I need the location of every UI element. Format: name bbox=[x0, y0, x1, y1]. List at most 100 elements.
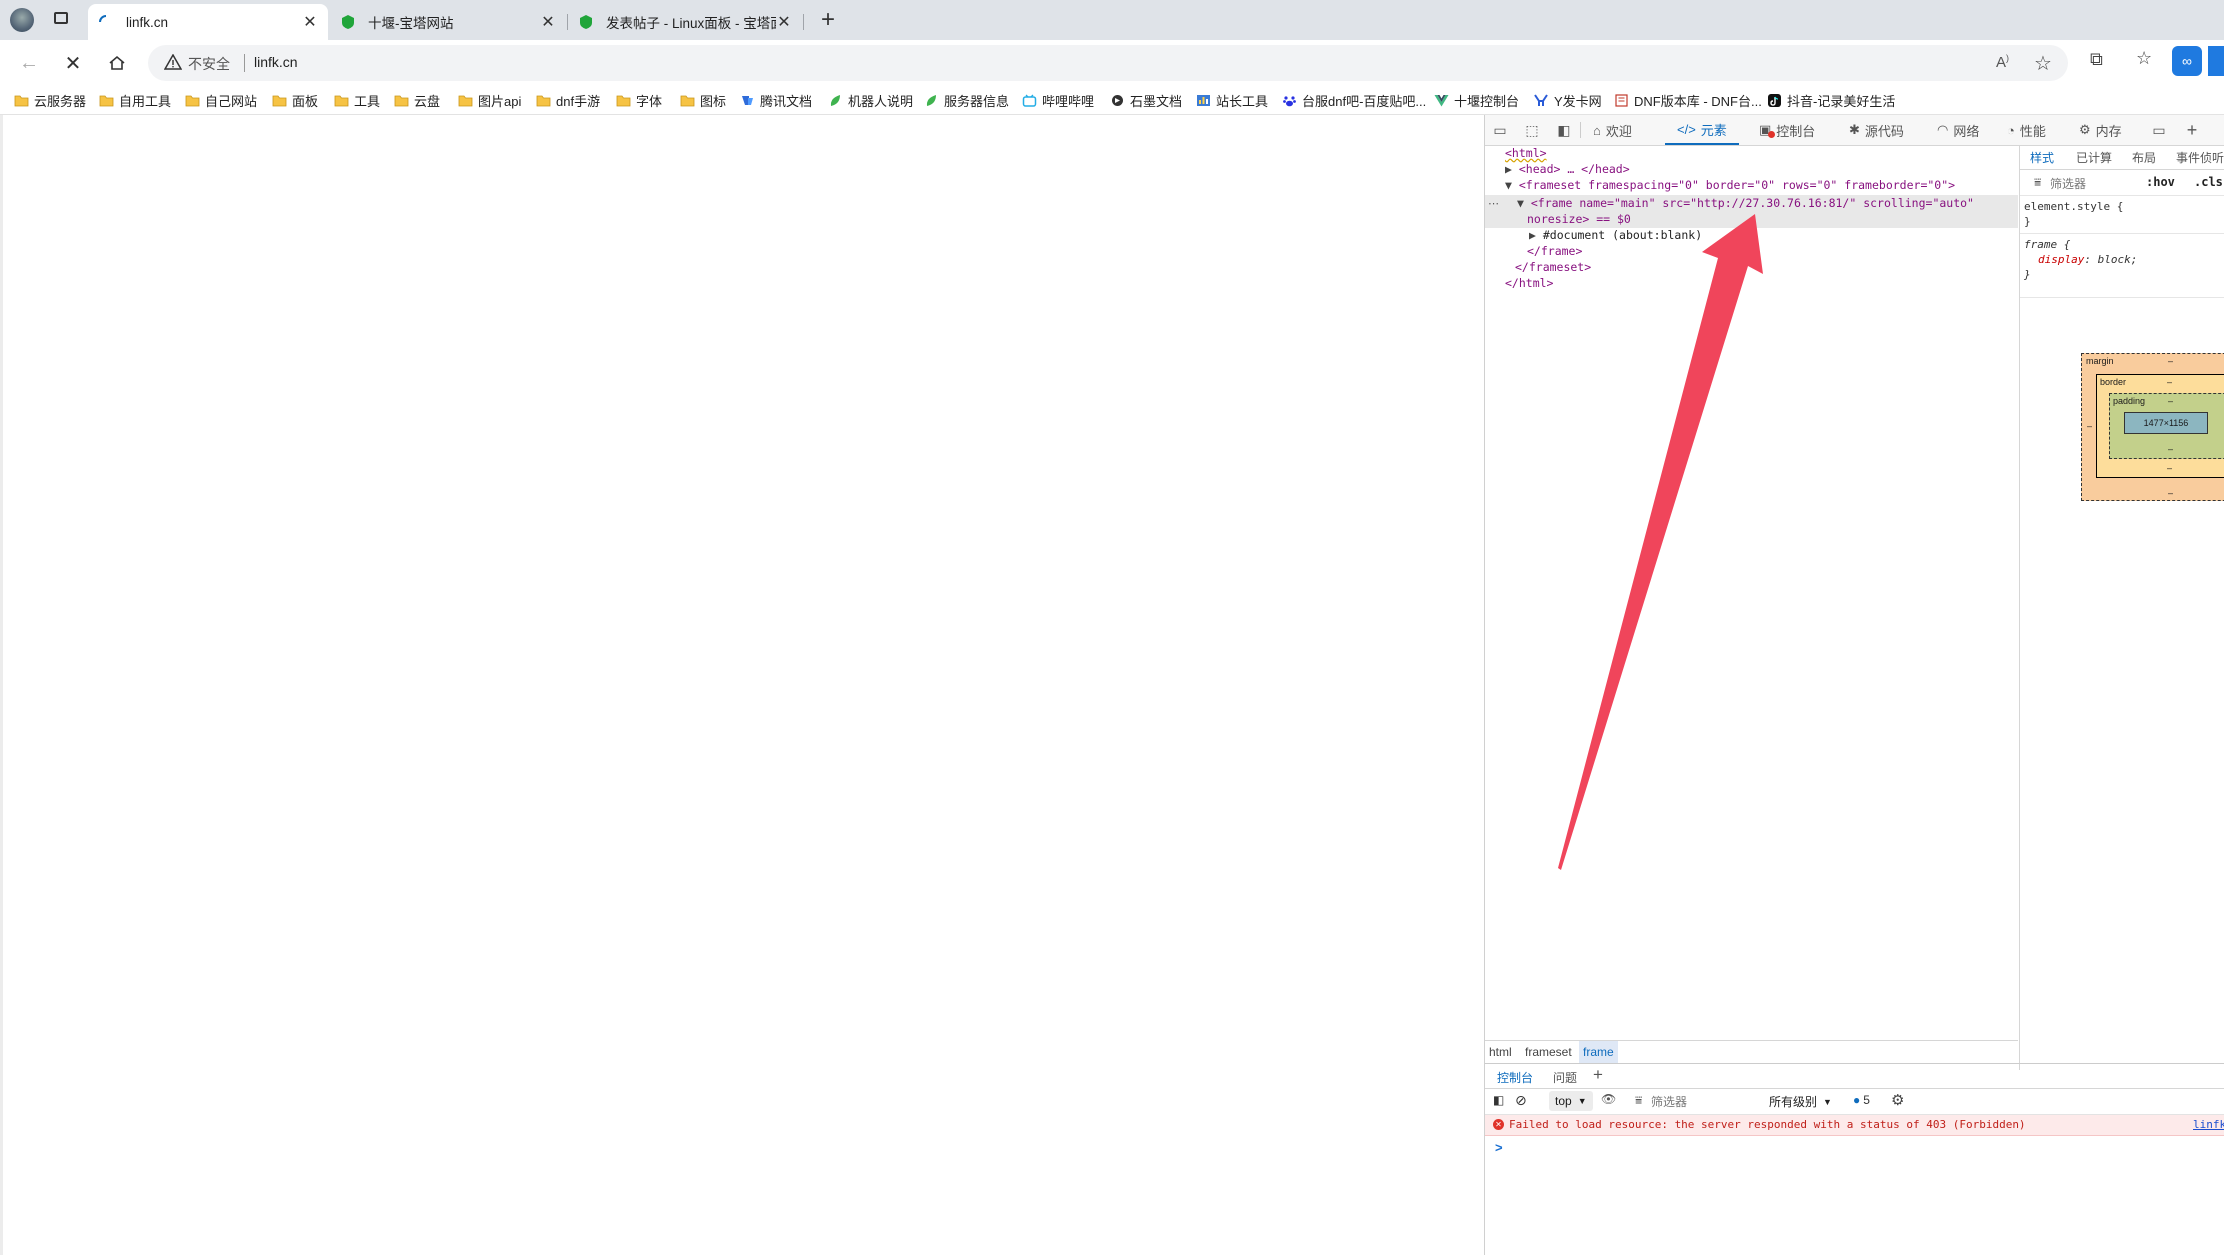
bookmark-item[interactable]: 十堰控制台 bbox=[1434, 90, 1519, 110]
node-html-open[interactable]: <html> bbox=[1505, 145, 1547, 161]
frame-style-rule[interactable]: frame { display: block; } bbox=[2024, 237, 2137, 282]
close-tab-icon[interactable]: ✕ bbox=[302, 12, 318, 32]
favorites-bar-icon[interactable]: ☆ bbox=[2136, 48, 2152, 69]
node-frameset[interactable]: ▼ <frameset framespacing="0" border="0" … bbox=[1505, 177, 1955, 193]
bookmark-item[interactable]: 腾讯文档 bbox=[740, 90, 812, 110]
tab-actions-icon[interactable] bbox=[54, 12, 68, 24]
url-text[interactable]: linfk.cn bbox=[254, 54, 298, 70]
crumb-frameset[interactable]: frameset bbox=[1521, 1041, 1576, 1063]
devtools-tab-welcome[interactable]: ⌂ 欢迎 bbox=[1587, 115, 1638, 145]
node-options-icon[interactable]: ⋯ bbox=[1488, 197, 1499, 210]
bookmark-item[interactable]: 台服dnf吧-百度贴吧... bbox=[1282, 90, 1426, 110]
box-model-content[interactable]: 1477×1156 bbox=[2124, 412, 2208, 434]
read-aloud-icon[interactable]: A) bbox=[1996, 53, 2009, 71]
device-emulation-icon[interactable]: ▭ bbox=[1491, 121, 1509, 139]
bookmark-item[interactable]: 自用工具 bbox=[99, 90, 171, 110]
hov-toggle[interactable]: :hov bbox=[2146, 175, 2175, 189]
bookmark-item[interactable]: 字体 bbox=[616, 90, 662, 110]
devtools-tab-sources[interactable]: ✱ 源代码 bbox=[1843, 115, 1910, 145]
node-frame-close[interactable]: </frame> bbox=[1527, 243, 1582, 259]
bookmark-item[interactable]: 自己网站 bbox=[185, 90, 257, 110]
devtools-tab-console[interactable]: ▣ 控制台 bbox=[1753, 115, 1821, 145]
crumb-html[interactable]: html bbox=[1485, 1041, 1516, 1063]
bookmark-item[interactable]: 站长工具 bbox=[1196, 90, 1268, 110]
sidebar-edge-button[interactable] bbox=[2208, 46, 2224, 76]
address-bar[interactable]: 不安全 linfk.cn A) ☆ bbox=[148, 45, 2068, 81]
subtab-styles[interactable]: 样式 bbox=[2030, 149, 2054, 166]
bookmark-item[interactable]: 抖音-记录美好生活 bbox=[1767, 90, 1895, 110]
box-model-border[interactable]: border – – padding – – 1477×1156 bbox=[2096, 374, 2224, 478]
home-icon[interactable] bbox=[102, 48, 132, 78]
subtab-computed[interactable]: 已计算 bbox=[2076, 149, 2112, 166]
settings-gear-icon[interactable]: ⚙ bbox=[1891, 1091, 1904, 1109]
bookmark-item[interactable]: dnf手游 bbox=[536, 90, 600, 110]
collapse-arrow-icon[interactable]: ▼ bbox=[1517, 196, 1524, 210]
add-drawer-tab-icon[interactable]: + bbox=[1593, 1065, 1603, 1085]
css-value[interactable]: block; bbox=[2098, 253, 2138, 266]
sidebar-toggle-icon[interactable]: ◧ bbox=[1493, 1093, 1504, 1107]
css-property[interactable]: display bbox=[2038, 253, 2084, 266]
bookmark-item[interactable]: 图片api bbox=[458, 90, 521, 110]
context-select[interactable]: top ▼ bbox=[1549, 1091, 1593, 1111]
favorite-star-icon[interactable]: ☆ bbox=[2034, 51, 2052, 76]
console-error-row[interactable]: ✕ Failed to load resource: the server re… bbox=[1485, 1115, 2224, 1136]
node-frame-noresize[interactable]: noresize> == $0 bbox=[1527, 211, 1631, 227]
devtools-tab-memory[interactable]: ⚙ 内存 bbox=[2073, 115, 2128, 145]
bookmark-item[interactable]: 服务器信息 bbox=[924, 90, 1009, 110]
expand-arrow-icon[interactable]: ▶ bbox=[1505, 162, 1512, 176]
subtab-event-listeners[interactable]: 事件侦听 bbox=[2176, 149, 2224, 166]
element-style-rule[interactable]: element.style { } bbox=[2024, 199, 2123, 229]
bookmark-item[interactable]: Y发卡网 bbox=[1534, 90, 1602, 110]
node-html-close[interactable]: </html> bbox=[1505, 275, 1553, 291]
tab-shiyan-baota[interactable]: 十堰-宝塔网站 ✕ bbox=[330, 4, 566, 40]
close-tab-icon[interactable]: ✕ bbox=[776, 12, 792, 32]
subtab-layout[interactable]: 布局 bbox=[2132, 149, 2156, 166]
clear-console-icon[interactable]: ⊘ bbox=[1515, 1092, 1527, 1109]
bookmark-item[interactable]: 图标 bbox=[680, 90, 726, 110]
devtools-tab-performance[interactable]: ◔ 性能 bbox=[2001, 115, 2052, 145]
inspect-element-icon[interactable]: ⬚ bbox=[1523, 121, 1541, 139]
collections-icon[interactable]: ∞ bbox=[2172, 46, 2202, 76]
cls-toggle[interactable]: .cls bbox=[2194, 175, 2223, 189]
bookmark-item[interactable]: 云服务器 bbox=[14, 90, 86, 110]
bookmark-item[interactable]: DNF版本库 - DNF台... bbox=[1614, 90, 1762, 110]
console-filter-input[interactable]: 筛选器 bbox=[1651, 1093, 1687, 1110]
dock-side-icon[interactable]: ◧ bbox=[1555, 121, 1573, 139]
node-frameset-close[interactable]: </frameset> bbox=[1515, 259, 1591, 275]
box-model-margin[interactable]: margin – – – border – – padding – – 1477… bbox=[2081, 353, 2224, 501]
devtools-tab-elements[interactable]: </> 元素 bbox=[1665, 115, 1739, 145]
node-frame[interactable]: ▼ <frame name="main" src="http://27.30.7… bbox=[1517, 195, 1974, 211]
node-document[interactable]: ▶ #document (about:blank) bbox=[1529, 227, 1702, 243]
stop-loading-icon[interactable]: ✕ bbox=[58, 48, 88, 78]
bookmark-item[interactable]: 工具 bbox=[334, 90, 380, 110]
bookmark-item[interactable]: 石墨文档 bbox=[1110, 90, 1182, 110]
drawer-tab-issues[interactable]: 问题 bbox=[1553, 1069, 1577, 1086]
extensions-icon[interactable]: ⧉ bbox=[2090, 49, 2103, 70]
live-expression-eye-icon[interactable]: 👁 bbox=[1601, 1092, 1616, 1106]
warning-triangle-icon[interactable] bbox=[163, 53, 183, 75]
drawer-tab-console[interactable]: 控制台 bbox=[1497, 1069, 1533, 1086]
close-tab-icon[interactable]: ✕ bbox=[540, 12, 556, 32]
box-model-padding[interactable]: padding – – 1477×1156 bbox=[2109, 393, 2224, 459]
security-label[interactable]: 不安全 bbox=[188, 54, 230, 74]
profile-avatar[interactable] bbox=[10, 8, 34, 32]
bookmark-item[interactable]: 面板 bbox=[272, 90, 318, 110]
error-source-link[interactable]: linfk bbox=[2193, 1118, 2224, 1131]
collapse-arrow-icon[interactable]: ▼ bbox=[1505, 178, 1512, 192]
tab-linfk[interactable]: linfk.cn ✕ bbox=[88, 4, 328, 40]
styles-filter-input[interactable]: 筛选器 bbox=[2050, 175, 2086, 192]
back-arrow-icon[interactable]: ← bbox=[14, 48, 44, 78]
new-tab-icon[interactable]: + bbox=[816, 6, 840, 34]
devtools-tab-network[interactable]: ◠ 网络 bbox=[1931, 115, 1985, 145]
add-tab-icon[interactable]: + bbox=[2183, 120, 2201, 140]
tab-baota-post[interactable]: 发表帖子 - Linux面板 - 宝塔面板 ✕ bbox=[568, 4, 802, 40]
bookmark-item[interactable]: 哔哩哔哩 bbox=[1022, 90, 1094, 110]
more-tools-icon[interactable]: ▭ bbox=[2150, 121, 2168, 139]
message-count-badge[interactable]: ● 5 bbox=[1853, 1093, 1870, 1107]
crumb-frame[interactable]: frame bbox=[1579, 1041, 1618, 1063]
log-levels-select[interactable]: 所有级别 ▼ bbox=[1769, 1093, 1832, 1110]
bookmark-item[interactable]: 机器人说明 bbox=[828, 90, 913, 110]
expand-arrow-icon[interactable]: ▶ bbox=[1529, 228, 1536, 242]
console-prompt-icon[interactable]: > bbox=[1495, 1140, 1503, 1155]
node-head[interactable]: ▶ <head> … </head> bbox=[1505, 161, 1630, 177]
